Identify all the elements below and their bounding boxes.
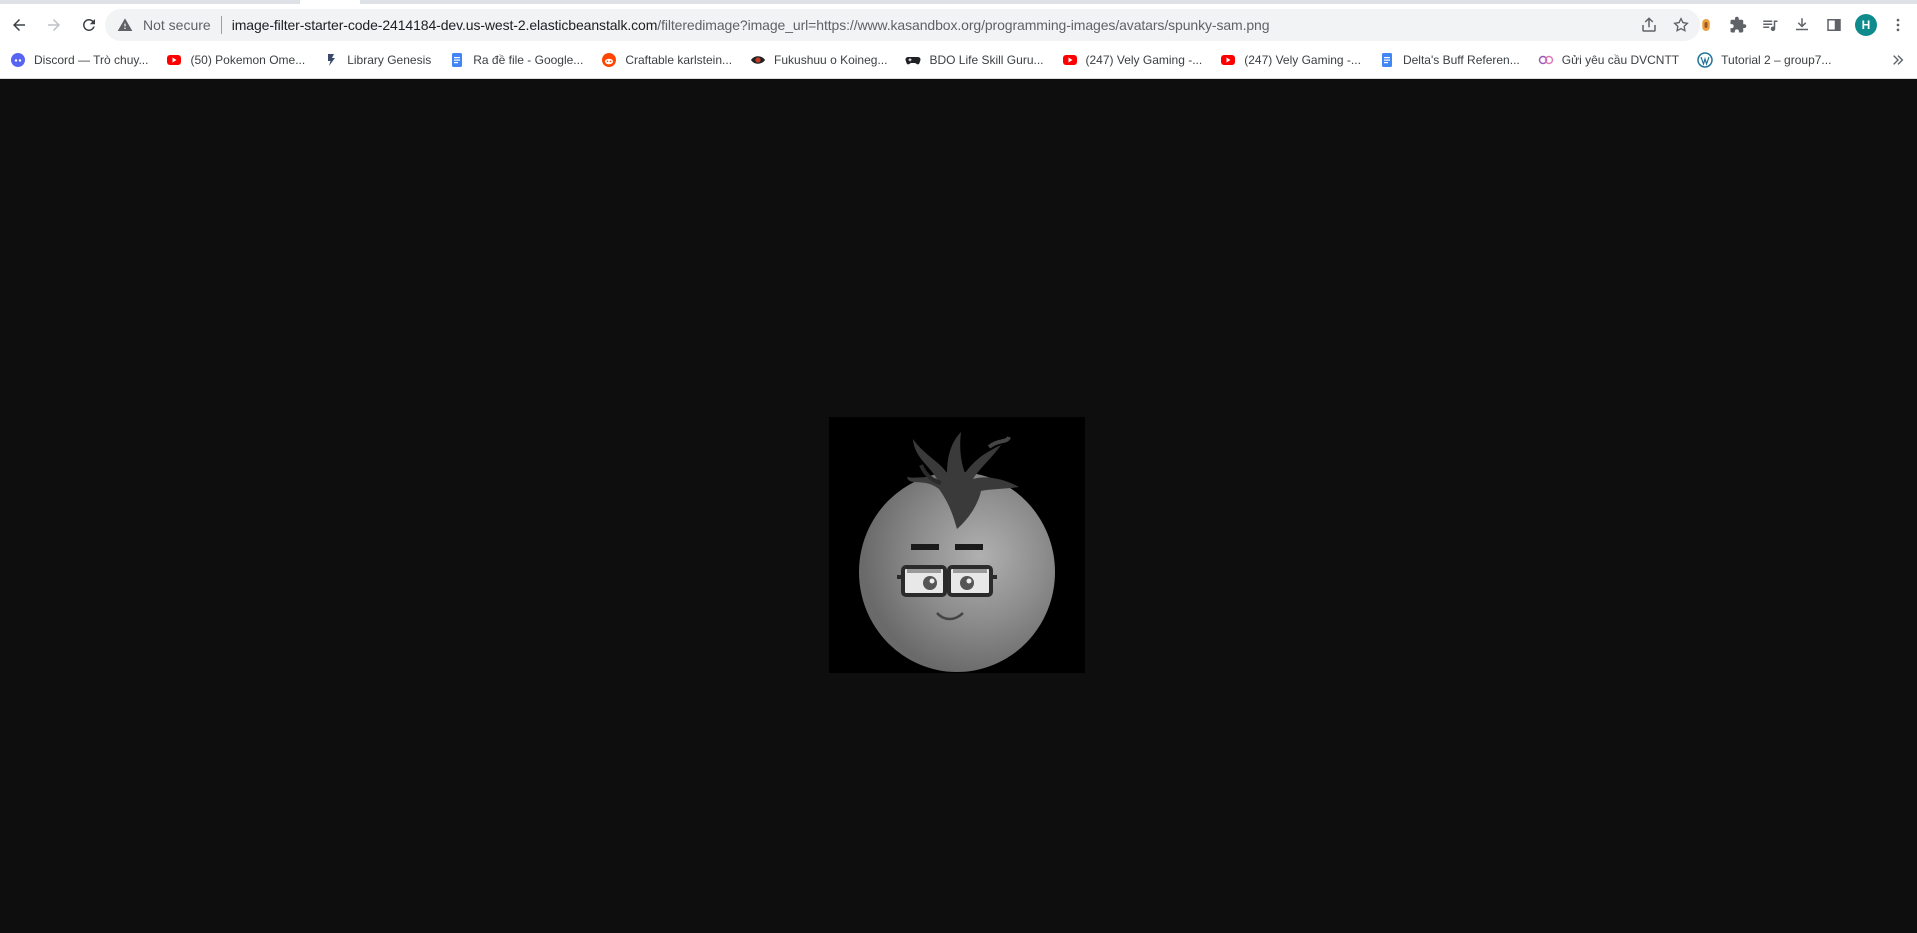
gamepad-icon: [905, 52, 921, 68]
bookmark-label: Library Genesis: [347, 53, 432, 67]
media-control-button[interactable]: [1754, 9, 1786, 41]
side-panel-button[interactable]: [1818, 9, 1850, 41]
wordpress-icon: [1697, 52, 1713, 68]
avatar: H: [1855, 14, 1877, 36]
url-host: image-filter-starter-code-2414184-dev.us…: [231, 17, 658, 33]
dvc-icon: [1538, 52, 1554, 68]
bookmark-item[interactable]: Fukushuu o Koineg...: [740, 47, 895, 73]
bookmark-label: Ra đề file - Google...: [473, 53, 584, 67]
playlist-icon: [1763, 20, 1778, 32]
chevron-double-right-icon: [1893, 55, 1904, 65]
bookmark-item[interactable]: Craftable karlstein...: [591, 47, 740, 73]
youtube-icon: [1220, 52, 1236, 68]
omnibox-divider: [220, 16, 222, 34]
youtube-icon: [166, 52, 182, 68]
warning-icon[interactable]: [117, 17, 133, 33]
bookmark-label: (247) Vely Gaming -...: [1085, 53, 1203, 67]
google-docs-icon: [449, 52, 465, 68]
bookmark-item[interactable]: (247) Vely Gaming -...: [1052, 47, 1211, 73]
filtered-image: [829, 417, 1085, 673]
bookmark-label: Delta's Buff Referen...: [1402, 53, 1520, 67]
url-text[interactable]: image-filter-starter-code-2414184-dev.us…: [232, 17, 1270, 33]
puzzle-icon: [1730, 16, 1747, 33]
bookmark-label: (50) Pokemon Ome...: [190, 53, 306, 67]
bookmark-item[interactable]: Ra đề file - Google...: [439, 47, 591, 73]
bookmark-label: Discord — Trò chuy...: [34, 53, 149, 67]
bookmark-item[interactable]: BDO Life Skill Guru...: [895, 47, 1051, 73]
discord-icon: [10, 52, 26, 68]
bookmark-label: Gửi yêu cầu DVCNTT: [1561, 53, 1680, 67]
profile-button[interactable]: H: [1850, 9, 1882, 41]
downloads-button[interactable]: [1786, 9, 1818, 41]
arrow-right-icon: [48, 19, 60, 31]
bookmarks-overflow-button[interactable]: [1891, 47, 1905, 73]
bookmark-item[interactable]: Gửi yêu cầu DVCNTT: [1528, 47, 1687, 73]
bookmark-item[interactable]: Delta's Buff Referen...: [1369, 47, 1528, 73]
tomato-avatar-image: [829, 417, 1085, 673]
bookmark-label: Tutorial 2 – group7...: [1721, 53, 1832, 67]
address-bar[interactable]: Not secure image-filter-starter-code-241…: [105, 9, 1700, 41]
bookmark-item[interactable]: (247) Vely Gaming -...: [1210, 47, 1369, 73]
security-status[interactable]: Not secure: [143, 17, 211, 33]
google-docs-icon: [1379, 52, 1395, 68]
libgen-icon: [323, 52, 339, 68]
star-icon[interactable]: [1672, 16, 1690, 34]
bookmark-label: (247) Vely Gaming -...: [1244, 53, 1361, 67]
extension-orange-button[interactable]: [1690, 9, 1722, 41]
menu-button[interactable]: [1882, 9, 1914, 41]
extensions-button[interactable]: [1722, 9, 1754, 41]
bookmarks-bar: Discord — Trò chuy... (50) Pokemon Ome...…: [0, 47, 1917, 73]
arrow-left-icon: [13, 19, 25, 31]
extension-orange-icon: [1702, 19, 1710, 31]
bookmark-item[interactable]: (50) Pokemon Ome...: [156, 47, 313, 73]
download-icon: [1796, 18, 1808, 31]
reload-icon: [82, 18, 95, 31]
side-panel-icon: [1827, 19, 1841, 31]
youtube-icon: [1062, 52, 1078, 68]
back-button[interactable]: [3, 9, 35, 41]
bookmark-item[interactable]: Tutorial 2 – group7...: [1687, 47, 1839, 73]
bookmark-label: BDO Life Skill Guru...: [929, 53, 1044, 67]
reddit-icon: [601, 52, 617, 68]
bookmark-item[interactable]: Discord — Trò chuy...: [0, 47, 156, 73]
bookmark-item[interactable]: Library Genesis: [313, 47, 439, 73]
browser-chrome: Not secure image-filter-starter-code-241…: [0, 0, 1917, 79]
bookmark-label: Craftable karlstein...: [625, 53, 733, 67]
reload-button[interactable]: [73, 9, 105, 41]
extensions-area: H: [1690, 9, 1914, 41]
url-path: /filteredimage?image_url=https://www.kas…: [657, 17, 1270, 33]
eye-icon: [750, 52, 766, 68]
tab-strip: [0, 0, 1917, 4]
share-icon[interactable]: [1640, 16, 1658, 34]
forward-button[interactable]: [38, 9, 70, 41]
more-vert-icon: [1896, 18, 1900, 32]
bookmark-label: Fukushuu o Koineg...: [774, 53, 888, 67]
page-viewport: [0, 79, 1917, 933]
browser-toolbar: Not secure image-filter-starter-code-241…: [0, 6, 1917, 44]
